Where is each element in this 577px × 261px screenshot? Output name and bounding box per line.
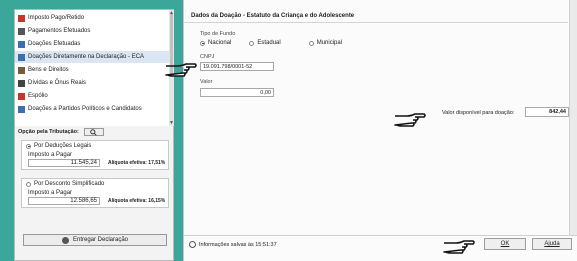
- deducoes-value: 11.545,24: [28, 159, 100, 167]
- form-header: Dados da Doação - Estatuto da Criança e …: [191, 13, 355, 19]
- nav-item-label: Pagamentos Efetuados: [28, 28, 91, 34]
- tipo-fundo-label: Tipo de Fundo: [200, 31, 236, 37]
- radio-municipal-label: Municipal: [316, 40, 343, 46]
- tributacao-label: Opção pela Tributação:: [18, 129, 79, 135]
- globe-icon: [61, 236, 69, 244]
- footer-info-text: Informações salvas às 15:51:37: [199, 241, 277, 248]
- left-panel: Imposto Pago/Retido Pagamentos Efetuados…: [14, 9, 174, 261]
- radio-deducoes[interactable]: [26, 143, 31, 149]
- simplificado-value: 12.586,65: [28, 197, 100, 205]
- nav-item-doacoes-eca[interactable]: Doações Diretamente na Declaração - ECA: [15, 51, 169, 63]
- footer-divider: [184, 235, 577, 236]
- help-label: Ajuda: [544, 241, 560, 247]
- entregar-label: Entregar Declaração: [72, 237, 129, 243]
- hand-pointer-icon: [165, 63, 197, 77]
- nav-item-label: Doações Efetuadas: [28, 41, 81, 47]
- deducoes-sub: Imposto a Pagar: [28, 152, 73, 158]
- simplificado-sub: Imposto a Pagar: [28, 190, 73, 196]
- nav-item-bens[interactable]: Bens e Direitos: [15, 64, 169, 76]
- nav-item-doacoes[interactable]: Doações Efetuadas: [15, 38, 169, 50]
- option-deducoes[interactable]: Por Deduções Legais Imposto a Pagar 11.5…: [21, 140, 169, 170]
- option-simplificado-title: Por Desconto Simplificado: [26, 181, 104, 187]
- nav-item-imposto-pago[interactable]: Imposto Pago/Retido: [15, 12, 169, 24]
- search-button[interactable]: [83, 128, 104, 136]
- radio-municipal-dot[interactable]: [308, 40, 314, 46]
- document-icon: [18, 14, 25, 22]
- radio-nacional-dot[interactable]: [200, 40, 205, 46]
- nav-item-label: Dívidas e Ônus Reais: [28, 80, 87, 86]
- ok-button[interactable]: OK: [484, 238, 526, 250]
- radio-nacional-label: Nacional: [208, 40, 232, 46]
- scroll-down-icon[interactable]: ▼: [169, 120, 174, 126]
- radio-simplificado[interactable]: [26, 181, 31, 187]
- party-icon: [18, 105, 25, 113]
- radio-estadual[interactable]: Estadual: [249, 40, 281, 46]
- nav-list: Imposto Pago/Retido Pagamentos Efetuados…: [15, 10, 169, 126]
- cnpj-field[interactable]: 19.091.798/0001-52: [200, 62, 274, 71]
- donation-icon: [18, 40, 25, 48]
- tributacao-row: Opção pela Tributação:: [15, 127, 174, 137]
- nav-item-label: Doações a Partidos Políticos e Candidato…: [28, 106, 142, 112]
- header-divider: [184, 22, 568, 23]
- valor-label: Valor: [200, 79, 213, 85]
- nav-item-label: Imposto Pago/Retido: [28, 15, 85, 21]
- search-icon: [90, 128, 97, 136]
- deducoes-title: Por Deduções Legais: [34, 143, 92, 149]
- footer-info: Informações salvas às 15:51:37: [189, 241, 277, 248]
- info-clock-icon: [189, 241, 196, 248]
- deducoes-aliquota: Alíquota efetiva: 17,51%: [108, 160, 166, 166]
- donation-form-panel: Dados da Doação - Estatuto da Criança e …: [183, 0, 577, 261]
- nav-item-label: Doações Diretamente na Declaração - ECA: [28, 54, 145, 60]
- house-icon: [18, 66, 25, 74]
- simplificado-aliquota: Alíquota efetiva: 16,15%: [108, 198, 166, 204]
- donation-eca-icon: [18, 53, 25, 61]
- option-simplificado[interactable]: Por Desconto Simplificado Imposto a Paga…: [21, 178, 169, 208]
- form-scrollbar[interactable]: [569, 0, 577, 235]
- folder-icon: [18, 92, 25, 100]
- cnpj-label: CNPJ: [200, 54, 215, 60]
- nav-item-label: Bens e Direitos: [28, 67, 69, 73]
- hand-pointer-icon: [443, 240, 475, 254]
- radio-municipal[interactable]: Municipal: [308, 40, 343, 46]
- nav-item-dividas[interactable]: Dívidas e Ônus Reais: [15, 77, 169, 89]
- help-button[interactable]: Ajuda: [532, 238, 572, 250]
- nav-item-pagamentos[interactable]: Pagamentos Efetuados: [15, 25, 169, 37]
- entregar-declaracao-button[interactable]: Entregar Declaração: [23, 234, 167, 246]
- nav-item-partidos[interactable]: Doações a Partidos Políticos e Candidato…: [15, 103, 169, 115]
- payments-icon: [18, 27, 25, 35]
- radio-nacional[interactable]: Nacional: [200, 40, 231, 46]
- option-deducoes-title: Por Deduções Legais: [26, 143, 91, 149]
- radio-estadual-dot[interactable]: [249, 40, 255, 46]
- simplificado-title: Por Desconto Simplificado: [34, 181, 105, 187]
- valor-disponivel-value: 842,44: [525, 107, 569, 117]
- radio-estadual-label: Estadual: [257, 40, 281, 46]
- nav-item-espolio[interactable]: Espólio: [15, 90, 169, 102]
- valor-field[interactable]: 0,00: [200, 88, 274, 97]
- nav-item-label: Espólio: [28, 93, 48, 99]
- ok-label: OK: [500, 241, 510, 247]
- hand-pointer-icon: [394, 113, 426, 127]
- debt-icon: [18, 79, 25, 87]
- valor-disponivel-label: Valor disponível para doação:: [442, 110, 515, 116]
- tipo-fundo-options: Nacional Estadual Municipal: [200, 40, 360, 46]
